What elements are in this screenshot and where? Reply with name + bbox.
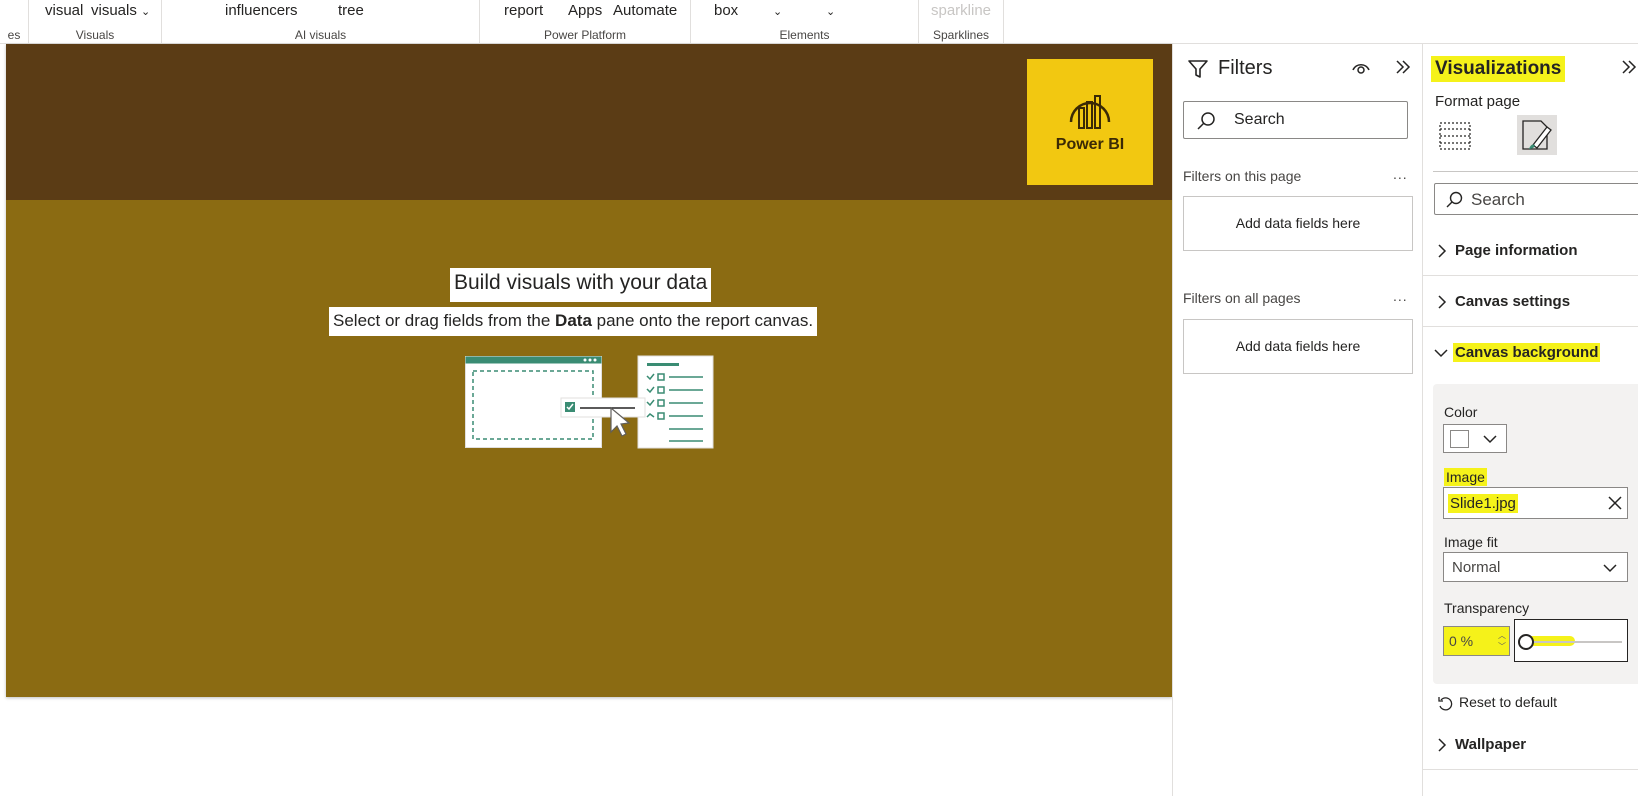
ribbon-group-label: es [7, 28, 21, 42]
ribbon-group-elements: box ⌄ ⌄ Elements [691, 0, 919, 44]
visualizations-pane: Visualizations Format page Search Page i… [1423, 44, 1638, 796]
transparency-label: Transparency [1444, 600, 1530, 616]
format-page-tab[interactable] [1517, 115, 1557, 155]
collapse-visualizations-icon[interactable] [1621, 57, 1638, 77]
subtitle-part: Select or drag fields from the [333, 311, 556, 330]
collapse-filters-icon[interactable] [1393, 57, 1413, 77]
chevron-right-icon [1438, 295, 1447, 309]
chevron-down-icon [1603, 564, 1617, 573]
transparency-value: 0 % [1449, 633, 1474, 649]
ribbon-more-visuals-label: visuals [91, 2, 137, 19]
search-icon [1197, 112, 1215, 130]
power-bi-logo: Power BI [1027, 59, 1153, 185]
ribbon-decomposition-tree-button[interactable]: tree [338, 2, 364, 19]
search-icon [1446, 191, 1463, 208]
transparency-spinner[interactable]: 0 % ︿ ﹀ [1443, 626, 1510, 656]
ribbon-power-automate-button[interactable]: Automate [613, 2, 677, 19]
ribbon-text-box-button[interactable]: box [714, 2, 738, 19]
section-label: Page information [1455, 242, 1578, 259]
reset-label: Reset to default [1459, 694, 1558, 710]
ribbon-group-ai-visuals: influencers tree AI visuals [162, 0, 480, 44]
filter-icon [1188, 60, 1208, 78]
section-canvas-settings[interactable]: Canvas settings [1423, 277, 1638, 327]
image-fit-value: Normal [1452, 559, 1501, 576]
visualizations-title: Visualizations [1431, 56, 1566, 82]
color-picker-button[interactable] [1443, 424, 1507, 453]
build-visual-tab-icon[interactable] [1435, 117, 1475, 157]
ribbon-new-visual-button[interactable]: visual [45, 2, 83, 19]
image-label: Image [1444, 468, 1487, 486]
close-icon[interactable] [1607, 495, 1623, 511]
build-visuals-illustration [465, 355, 714, 449]
chevron-down-icon [1483, 435, 1497, 444]
canvas-background-panel: Color Image Slide1.jpg Image fit Normal … [1433, 384, 1638, 684]
section-label: Canvas settings [1455, 293, 1571, 310]
filters-all-pages-drop-zone[interactable]: Add data fields here [1183, 319, 1413, 374]
chevron-down-icon [1434, 349, 1448, 358]
header-band [6, 44, 1172, 200]
chevron-down-icon: ⌄ [773, 6, 783, 18]
filters-pane: Filters Search Filters on this page ... … [1172, 44, 1423, 796]
chevron-down-icon: ⌄ [826, 6, 836, 18]
ribbon-add-sparkline-button[interactable]: sparkline [931, 2, 991, 19]
spinner-arrows-icon[interactable]: ︿ ﹀ [1498, 630, 1506, 652]
format-page-label: Format page [1435, 93, 1521, 110]
ribbon-group-partial: es [0, 0, 29, 44]
more-options-icon[interactable]: ... [1393, 288, 1408, 304]
power-bi-icon [1069, 95, 1111, 129]
more-options-icon[interactable]: ... [1393, 166, 1408, 182]
section-page-information[interactable]: Page information [1423, 226, 1638, 276]
image-fit-label: Image fit [1444, 534, 1498, 550]
section-label: Canvas background [1453, 343, 1601, 362]
filters-search-placeholder: Search [1234, 111, 1285, 128]
build-visuals-title: Build visuals with your data [450, 268, 712, 302]
ribbon-shapes-dropdown[interactable]: ⌄ [826, 2, 835, 19]
ribbon-power-apps-button[interactable]: Apps [568, 2, 602, 19]
ribbon-group-label: Sparklines [932, 28, 990, 42]
power-bi-logo-text: Power BI [1055, 136, 1125, 153]
image-file-name: Slide1.jpg [1448, 494, 1518, 513]
ribbon-group-power-platform: report Apps Automate Power Platform [480, 0, 691, 44]
reset-icon [1438, 697, 1453, 711]
chevron-right-icon [1438, 244, 1447, 258]
ribbon-paginated-report-button[interactable]: report [504, 2, 543, 19]
ribbon-group-label: Elements [779, 28, 830, 42]
section-label: Wallpaper [1455, 736, 1527, 753]
slider-track [1527, 641, 1622, 643]
filters-search-input[interactable]: Search [1183, 101, 1408, 139]
subtitle-part: pane onto the report canvas. [591, 311, 814, 330]
image-fit-dropdown[interactable]: Normal [1443, 552, 1628, 582]
subtitle-data-word: Data [555, 311, 592, 330]
ribbon-group-label: Visuals [75, 28, 115, 42]
ribbon-buttons-dropdown[interactable]: ⌄ [773, 2, 782, 19]
filters-title: Filters [1218, 57, 1273, 79]
ribbon-group-label: AI visuals [294, 28, 347, 42]
build-visuals-subtitle: Select or drag fields from the Data pane… [329, 307, 818, 336]
ribbon-group-visuals: visual visuals ⌄ Visuals [29, 0, 162, 44]
image-file-input[interactable]: Slide1.jpg [1443, 487, 1628, 519]
ribbon-group-sparklines: sparkline Sparklines [919, 0, 1004, 44]
chevron-down-icon: ⌄ [141, 6, 151, 18]
report-canvas-area: Power BI Build visuals with your data Se… [0, 44, 1172, 796]
paint-brush-icon [1522, 120, 1552, 150]
filters-page-drop-zone[interactable]: Add data fields here [1183, 196, 1413, 251]
format-search-placeholder: Search [1471, 190, 1525, 209]
report-page[interactable]: Power BI Build visuals with your data Se… [6, 44, 1172, 697]
eye-icon[interactable] [1351, 58, 1371, 78]
ribbon-more-visuals-button[interactable]: visuals ⌄ [91, 2, 150, 19]
ribbon: es visual visuals ⌄ Visuals influencers … [0, 0, 1638, 44]
section-canvas-background[interactable]: Canvas background [1423, 328, 1638, 378]
color-label: Color [1444, 404, 1478, 420]
ribbon-key-influencers-button[interactable]: influencers [225, 2, 298, 19]
slider-thumb[interactable] [1518, 634, 1534, 650]
transparency-slider[interactable] [1514, 619, 1628, 662]
ribbon-group-label: Power Platform [543, 28, 627, 42]
tab-divider [1433, 171, 1638, 172]
filters-on-all-pages-label: Filters on all pages [1183, 290, 1301, 306]
section-wallpaper[interactable]: Wallpaper [1423, 720, 1638, 770]
filters-on-this-page-label: Filters on this page [1183, 168, 1302, 184]
color-swatch [1450, 430, 1469, 448]
format-search-input[interactable]: Search [1434, 183, 1638, 215]
chevron-right-icon [1438, 738, 1447, 752]
